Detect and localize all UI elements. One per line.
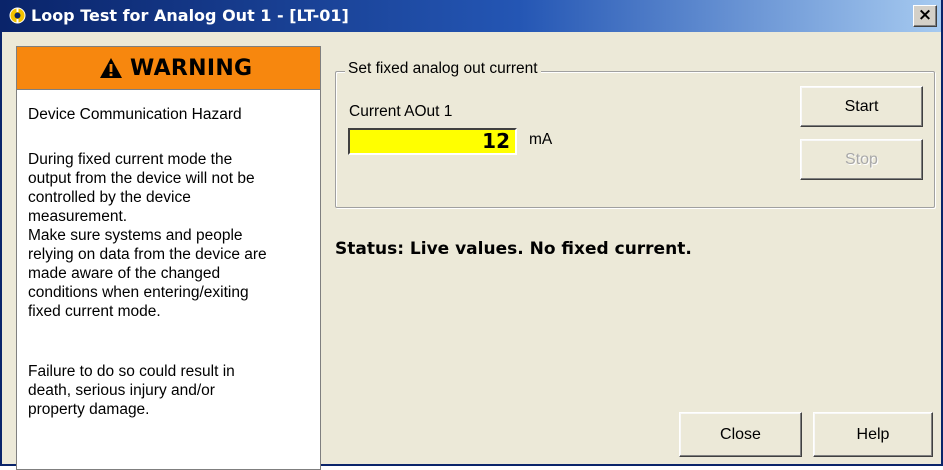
warning-body-line: fixed current mode. [28, 303, 161, 320]
groupbox-legend: Set fixed analog out current [345, 60, 541, 78]
warning-footer-line: property damage. [28, 401, 150, 418]
warning-title: WARNING [130, 56, 253, 81]
start-button[interactable]: Start [800, 86, 923, 127]
stop-button[interactable]: Stop [800, 139, 923, 180]
warning-body-line: made aware of the changed [28, 265, 221, 282]
help-button[interactable]: Help [813, 412, 933, 457]
warning-body-line: During fixed current mode the [28, 151, 233, 168]
warning-body-line: measurement. [28, 208, 128, 225]
unit-label: mA [529, 131, 553, 148]
warning-body-line: relying on data from the device are [28, 246, 267, 263]
status-text: Status: Live values. No fixed current. [335, 239, 692, 259]
current-value-input[interactable]: 12 [348, 128, 517, 155]
warning-footer-line: death, serious injury and/or [28, 382, 215, 399]
warning-triangle-icon [100, 58, 122, 78]
warning-heading: Device Communication Hazard [28, 106, 242, 123]
warning-panel: WARNING Device Communication Hazard Duri… [16, 46, 321, 470]
warning-footer-line: Failure to do so could result in [28, 363, 235, 380]
warning-header: WARNING [17, 47, 320, 90]
warning-body-line: output from the device will not be [28, 170, 255, 187]
current-aout-label: Current AOut 1 [349, 103, 453, 120]
window-title: Loop Test for Analog Out 1 - [LT-01] [31, 6, 349, 25]
close-button[interactable]: Close [679, 412, 802, 457]
app-icon [9, 7, 26, 24]
warning-body: During fixed current mode the output fro… [28, 150, 313, 321]
loop-test-dialog: Loop Test for Analog Out 1 - [LT-01] × W… [0, 0, 943, 470]
title-bar[interactable]: Loop Test for Analog Out 1 - [LT-01] × [2, 0, 941, 32]
warning-footer: Failure to do so could result in death, … [28, 362, 313, 419]
window-close-button[interactable]: × [913, 5, 937, 27]
warning-body-line: controlled by the device [28, 189, 191, 206]
warning-body-line: Make sure systems and people [28, 227, 243, 244]
warning-body-line: conditions when entering/exiting [28, 284, 249, 301]
